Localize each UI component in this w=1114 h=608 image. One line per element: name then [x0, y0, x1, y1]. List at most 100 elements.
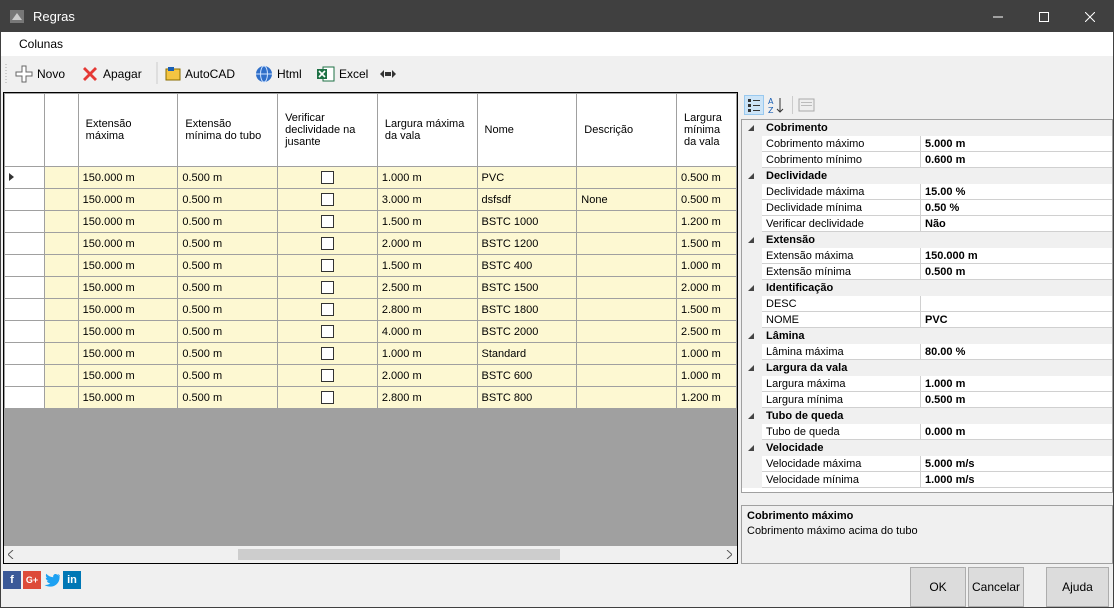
table-cell[interactable]: [576, 342, 677, 365]
table-cell[interactable]: 0.500 m: [177, 210, 279, 233]
table-cell[interactable]: BSTC 1800: [476, 298, 578, 321]
property-value[interactable]: Não: [920, 216, 1114, 232]
overflow-button[interactable]: [380, 65, 400, 83]
blank-cell[interactable]: [43, 232, 79, 255]
table-cell[interactable]: BSTC 600: [476, 364, 578, 387]
property-row[interactable]: Tubo de queda 0.000 m: [742, 424, 1112, 440]
property-pages-button[interactable]: [797, 95, 817, 115]
property-value[interactable]: 0.500 m: [920, 392, 1114, 408]
property-value[interactable]: PVC: [920, 312, 1114, 328]
maximize-button[interactable]: [1021, 1, 1067, 32]
table-cell[interactable]: [576, 320, 677, 343]
collapse-icon[interactable]: [748, 125, 755, 132]
table-cell[interactable]: 0.500 m: [676, 188, 737, 211]
property-row[interactable]: Lâmina máxima 80.00 %: [742, 344, 1112, 360]
table-row[interactable]: 150.000 m 0.500 m 2.800 m BSTC 800 1.200 m: [4, 386, 737, 409]
table-cell[interactable]: 150.000 m: [77, 276, 179, 299]
row-header[interactable]: [4, 254, 45, 277]
googleplus-icon[interactable]: G+: [23, 571, 41, 589]
facebook-icon[interactable]: f: [3, 571, 21, 589]
property-value[interactable]: 1.000 m/s: [920, 472, 1114, 488]
collapse-icon[interactable]: [748, 365, 755, 372]
property-value[interactable]: 15.00 %: [920, 184, 1114, 200]
excel-button[interactable]: Excel: [317, 65, 368, 83]
table-cell[interactable]: 1.000 m: [676, 342, 737, 365]
blank-cell[interactable]: [43, 166, 79, 189]
table-cell[interactable]: 0.500 m: [177, 342, 279, 365]
table-cell[interactable]: 1.000 m: [376, 342, 478, 365]
table-cell[interactable]: BSTC 800: [476, 386, 578, 409]
table-row[interactable]: 150.000 m 0.500 m 1.500 m BSTC 1000 1.200 m: [4, 210, 737, 233]
table-row[interactable]: 150.000 m 0.500 m 1.500 m BSTC 400 1.000 m: [4, 254, 737, 277]
row-header[interactable]: [4, 386, 45, 409]
table-cell[interactable]: 2.500 m: [376, 276, 478, 299]
table-cell[interactable]: BSTC 400: [476, 254, 578, 277]
table-cell[interactable]: 2.000 m: [376, 232, 478, 255]
table-cell[interactable]: [277, 188, 378, 211]
scroll-right-icon[interactable]: [726, 550, 732, 559]
collapse-icon[interactable]: [748, 333, 755, 340]
verificar-checkbox[interactable]: [320, 325, 334, 338]
table-cell[interactable]: [277, 364, 378, 387]
cancelar-button[interactable]: Cancelar: [968, 567, 1024, 607]
property-value[interactable]: 0.000 m: [920, 424, 1114, 440]
ok-button[interactable]: OK: [910, 567, 966, 607]
alphabetical-view-button[interactable]: AZ: [767, 95, 787, 115]
blank-cell[interactable]: [43, 364, 79, 387]
property-row[interactable]: Declividade mínima 0.50 %: [742, 200, 1112, 216]
table-cell[interactable]: 150.000 m: [77, 188, 179, 211]
table-cell[interactable]: [277, 254, 378, 277]
table-cell[interactable]: 0.500 m: [177, 298, 279, 321]
property-row[interactable]: DESC: [742, 296, 1112, 312]
autocad-button[interactable]: AutoCAD: [165, 65, 235, 83]
property-value[interactable]: 0.500 m: [920, 264, 1114, 280]
table-cell[interactable]: 1.200 m: [676, 210, 737, 233]
table-cell[interactable]: 2.800 m: [376, 386, 478, 409]
table-cell[interactable]: [277, 210, 378, 233]
property-value[interactable]: 150.000 m: [920, 248, 1114, 264]
table-cell[interactable]: 1.000 m: [676, 254, 737, 277]
property-category[interactable]: Extensão: [742, 232, 1112, 248]
menu-colunas[interactable]: Colunas: [19, 37, 63, 51]
table-cell[interactable]: 150.000 m: [77, 298, 179, 321]
blank-cell[interactable]: [43, 386, 79, 409]
table-cell[interactable]: 0.500 m: [177, 254, 279, 277]
row-header[interactable]: [4, 276, 45, 299]
row-header[interactable]: [4, 210, 45, 233]
table-cell[interactable]: [277, 276, 378, 299]
property-row[interactable]: Largura mínima 0.500 m: [742, 392, 1112, 408]
property-value[interactable]: 0.50 %: [920, 200, 1114, 216]
table-cell[interactable]: 150.000 m: [77, 320, 179, 343]
table-row[interactable]: 150.000 m 0.500 m 2.000 m BSTC 600 1.000 m: [4, 364, 737, 387]
table-cell[interactable]: dsfsdf: [476, 188, 578, 211]
close-button[interactable]: [1067, 1, 1113, 32]
verificar-checkbox[interactable]: [320, 171, 334, 184]
property-row[interactable]: NOME PVC: [742, 312, 1112, 328]
table-cell[interactable]: 150.000 m: [77, 210, 179, 233]
table-cell[interactable]: 0.500 m: [177, 386, 279, 409]
property-row[interactable]: Cobrimento mínimo 0.600 m: [742, 152, 1112, 168]
table-cell[interactable]: [576, 210, 677, 233]
table-cell[interactable]: None: [576, 188, 677, 211]
blank-cell[interactable]: [43, 254, 79, 277]
scroll-left-icon[interactable]: [8, 550, 14, 559]
column-header[interactable]: Largura máxima da vala: [376, 93, 478, 167]
table-cell[interactable]: 1.500 m: [376, 254, 478, 277]
property-category[interactable]: Declividade: [742, 168, 1112, 184]
column-header[interactable]: Largura mínima da vala: [676, 93, 737, 167]
categorized-view-button[interactable]: [744, 95, 764, 115]
table-cell[interactable]: 1.500 m: [676, 298, 737, 321]
table-cell[interactable]: 150.000 m: [77, 232, 179, 255]
table-cell[interactable]: [277, 342, 378, 365]
table-cell[interactable]: [277, 298, 378, 321]
table-row[interactable]: 150.000 m 0.500 m 1.000 m Standard 1.000 m: [4, 342, 737, 365]
table-cell[interactable]: [576, 166, 677, 189]
property-value[interactable]: 1.000 m: [920, 376, 1114, 392]
property-row[interactable]: Cobrimento máximo 5.000 m: [742, 136, 1112, 152]
table-cell[interactable]: BSTC 1500: [476, 276, 578, 299]
table-cell[interactable]: [576, 364, 677, 387]
table-cell[interactable]: BSTC 1000: [476, 210, 578, 233]
table-cell[interactable]: PVC: [476, 166, 578, 189]
verificar-checkbox[interactable]: [320, 347, 334, 360]
column-header[interactable]: Nome: [476, 93, 578, 167]
